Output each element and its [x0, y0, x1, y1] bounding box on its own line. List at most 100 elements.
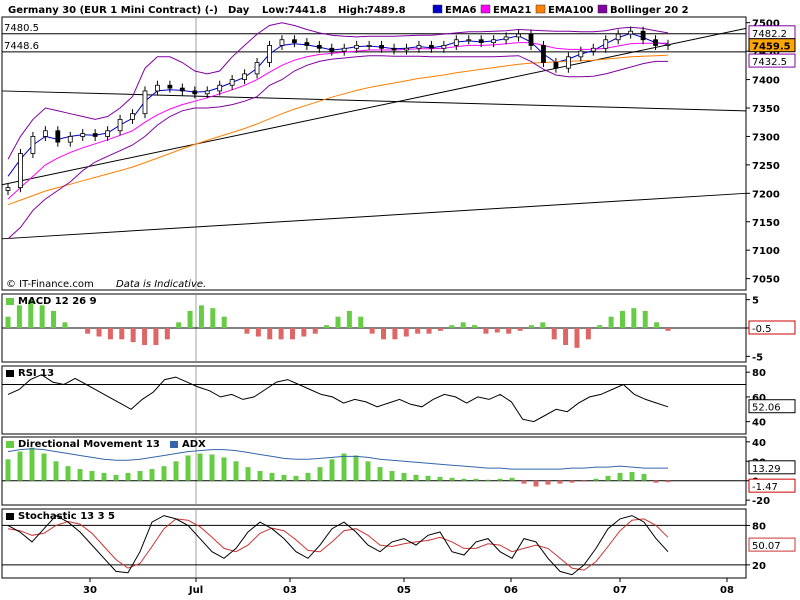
macd-bar	[198, 305, 204, 328]
legend-label-2: EMA100	[548, 5, 593, 16]
watermark-note: Data is Indicative.	[116, 279, 206, 290]
candle-body	[478, 39, 484, 43]
macd-bar	[483, 328, 489, 334]
candle-body	[292, 39, 297, 43]
candle-body	[391, 47, 397, 51]
candle-body	[155, 84, 160, 92]
dm-bar	[473, 478, 479, 481]
dm-bar	[161, 466, 167, 481]
candle-body	[329, 47, 335, 52]
candle-body	[242, 73, 248, 80]
candle-body	[428, 45, 434, 49]
candle-body	[267, 45, 272, 63]
candle-body	[117, 118, 123, 132]
candle-body	[204, 90, 210, 95]
dm-bar	[29, 447, 35, 481]
price-band-label-0: 7482.2	[752, 29, 787, 40]
dm-bar	[5, 459, 11, 481]
dm-bar	[485, 479, 491, 481]
candle-body	[603, 39, 609, 49]
legend-swatch-1	[480, 4, 491, 14]
macd-current-label: -0.5	[752, 324, 772, 335]
candle-body	[30, 136, 36, 154]
price-tick-label-6: 7200	[752, 189, 780, 200]
candle-body	[565, 56, 571, 69]
candle-body	[354, 45, 360, 49]
dm-bar	[269, 472, 275, 481]
dm-current-label-bottom: -1.47	[752, 482, 778, 493]
price-tick-label-4: 7300	[752, 132, 780, 143]
dm-current-label-top: 13.29	[752, 464, 781, 475]
dm-bar	[245, 467, 251, 481]
x-tick-label-2: 03	[283, 585, 297, 596]
dm-bar	[545, 480, 551, 485]
dm-bar	[173, 461, 179, 481]
dm-bar	[653, 480, 659, 483]
macd-bar	[187, 311, 193, 328]
dm-bar	[317, 467, 323, 481]
macd-bar	[358, 316, 364, 328]
candle-body	[541, 45, 546, 63]
legend-swatch-0	[432, 4, 443, 14]
candle-body	[441, 45, 447, 49]
dm-bar	[557, 480, 563, 484]
dm-bar	[149, 469, 155, 481]
dm-bar	[65, 466, 71, 481]
macd-bar	[449, 325, 455, 328]
dm-bar	[341, 453, 347, 481]
candle-body	[491, 39, 497, 43]
macd-bar	[415, 328, 421, 334]
dm-bar	[629, 471, 635, 481]
dm-bar	[413, 474, 419, 481]
dm-bar	[281, 474, 287, 481]
macd-bar	[278, 328, 284, 340]
dm-bar	[425, 475, 431, 481]
price-tick-label-7: 7150	[752, 218, 780, 229]
dm-bar	[389, 471, 395, 481]
dm-bar	[617, 472, 623, 481]
macd-bar	[244, 328, 250, 334]
macd-bar	[324, 325, 330, 328]
dm-bar	[233, 461, 239, 481]
dm-bar	[521, 480, 527, 484]
candle-body	[516, 33, 521, 38]
macd-bar	[642, 311, 648, 328]
rsi-tick-label-0: 80	[752, 368, 766, 379]
candle-body	[217, 84, 223, 92]
candle-body	[42, 130, 48, 137]
dm-bar	[293, 475, 299, 481]
macd-bar	[528, 325, 534, 328]
legend-label-3: Bollinger 20 2	[610, 5, 689, 16]
macd-bar	[665, 328, 671, 331]
candle-body	[142, 90, 148, 115]
candle-body	[316, 45, 322, 49]
price-band-label-2: 7432.5	[752, 57, 787, 68]
price-tick-label-8: 7100	[752, 246, 780, 257]
dm-bar	[461, 478, 467, 481]
dm-bar	[305, 472, 311, 481]
macd-bar	[221, 316, 227, 328]
macd-bar	[130, 328, 136, 343]
rsi-legend-swatch	[6, 370, 14, 377]
macd-bar	[267, 328, 273, 340]
x-tick-label-4: 06	[504, 585, 518, 596]
candle-body	[416, 45, 422, 49]
macd-tick-label-0: 5	[752, 296, 759, 307]
macd-bar	[210, 308, 216, 328]
candle-body	[5, 187, 11, 191]
macd-bar	[585, 328, 591, 340]
stoch-title: Stochastic 13 3 5	[18, 511, 115, 522]
macd-bar	[255, 328, 261, 337]
dm-bar	[593, 478, 599, 481]
macd-bar	[619, 311, 625, 328]
macd-bar	[426, 328, 432, 334]
dm-bar	[257, 471, 263, 481]
dm-bar	[449, 477, 455, 481]
adx-title: ADX	[182, 439, 206, 450]
macd-bar	[142, 328, 148, 345]
dm-legend-swatch	[6, 441, 14, 448]
macd-bar	[62, 322, 68, 328]
candle-body	[341, 47, 347, 52]
macd-bar	[437, 328, 443, 331]
candle-body	[578, 50, 584, 58]
